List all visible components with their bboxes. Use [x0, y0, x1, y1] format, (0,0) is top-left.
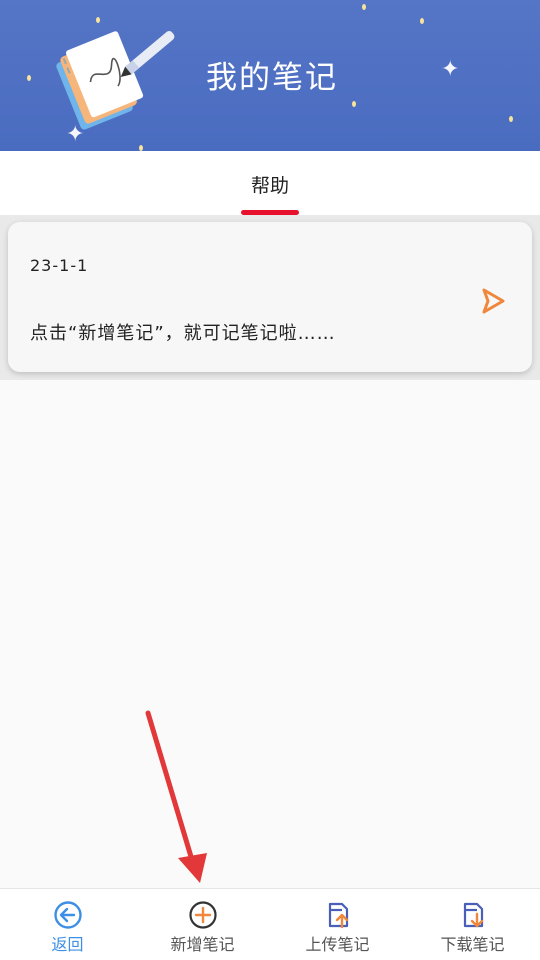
nav-add-note-button[interactable]: 新增笔记 [135, 889, 270, 960]
page-title: 我的笔记 [206, 60, 338, 96]
nav-download-note-button[interactable]: 下载笔记 [405, 889, 540, 960]
download-note-icon [463, 902, 483, 928]
notes-list-area: 23-1-1 点击“新增笔记”，就可记笔记啦…… [0, 215, 540, 888]
nav-upload-note-button[interactable]: 上传笔记 [270, 889, 405, 960]
nav-label: 返回 [51, 935, 84, 954]
upload-note-icon [328, 902, 348, 929]
notebook-pen-illustration-icon [56, 31, 175, 130]
nav-label: 新增笔记 [170, 935, 235, 954]
note-card[interactable]: 23-1-1 点击“新增笔记”，就可记笔记啦…… [8, 222, 532, 372]
tab-bar: 帮助 [0, 151, 540, 215]
note-preview: 点击“新增笔记”，就可记笔记啦…… [30, 323, 336, 344]
back-arrow-icon [53, 901, 82, 929]
nav-label: 上传笔记 [305, 935, 370, 954]
add-circle-icon [188, 901, 217, 929]
play-arrow-icon[interactable] [478, 286, 508, 316]
tab-label: 帮助 [250, 175, 289, 197]
note-date: 23-1-1 [30, 256, 89, 275]
nav-label: 下载笔记 [440, 935, 505, 954]
notes-list: 23-1-1 点击“新增笔记”，就可记笔记啦…… [0, 215, 540, 380]
sparkle-icon: ✦ [441, 57, 460, 82]
tab-help[interactable]: 帮助 [230, 151, 310, 215]
bottom-navigation: 返回 新增笔记 上传笔记 下载笔记 [0, 888, 540, 960]
nav-back-button[interactable]: 返回 [0, 889, 135, 960]
app-screen: ✦ ✦ 我的笔记 帮助 23-1-1 点击“新增笔记”，就可记笔记啦…… 返回 … [0, 0, 540, 960]
header-banner: ✦ ✦ 我的笔记 [0, 0, 540, 151]
